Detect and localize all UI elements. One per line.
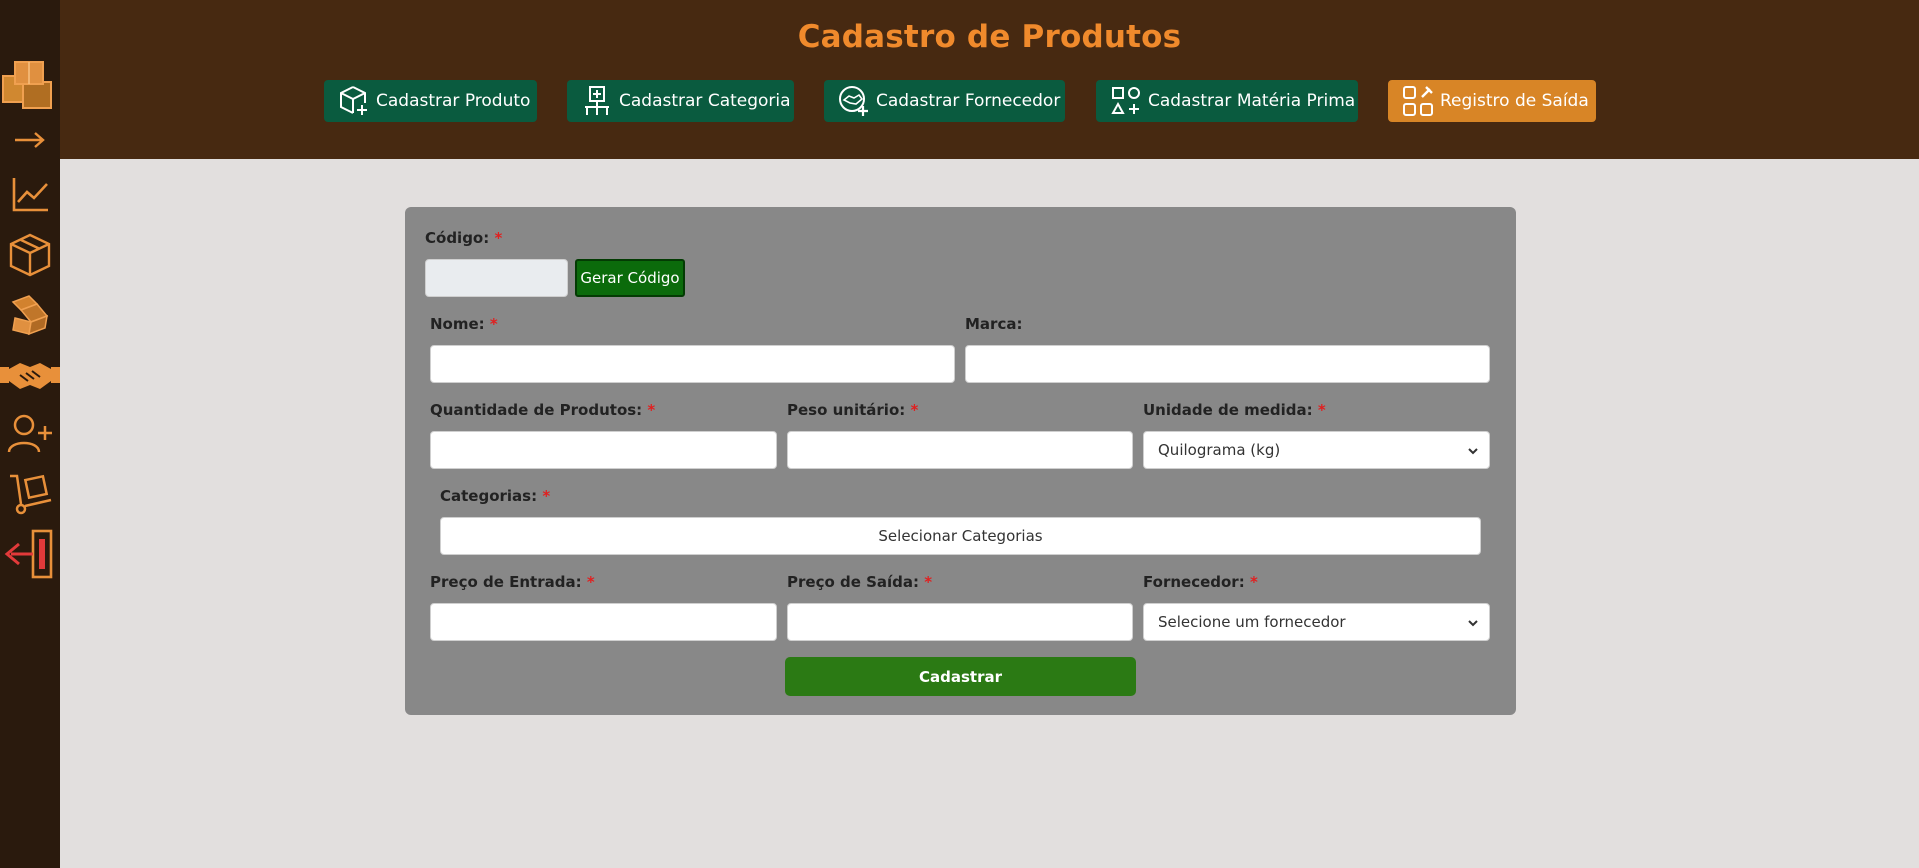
unidade-label: Unidade de medida: *	[1143, 401, 1326, 419]
preco-entrada-label-text: Preço de Entrada:	[430, 573, 582, 591]
nav-cadastrar-categoria-button[interactable]: Cadastrar Categoria	[567, 80, 794, 122]
nav-label: Cadastrar Categoria	[619, 91, 791, 111]
marca-label: Marca:	[965, 315, 1023, 333]
product-form: Código: * Gerar Código Nome: * Marca: Qu…	[405, 207, 1516, 715]
quantidade-input[interactable]	[430, 431, 777, 469]
sidebar	[0, 0, 60, 868]
boxes-logo-icon[interactable]	[0, 55, 60, 117]
quantidade-label: Quantidade de Produtos: *	[430, 401, 655, 419]
unidade-label-text: Unidade de medida:	[1143, 401, 1313, 419]
required-mark: *	[1317, 401, 1326, 419]
arrow-right-icon[interactable]	[0, 124, 60, 156]
fornecedor-label-text: Fornecedor:	[1143, 573, 1245, 591]
peso-label: Peso unitário: *	[787, 401, 918, 419]
nav-cadastrar-materia-prima-button[interactable]: Cadastrar Matéria Prima	[1096, 80, 1358, 122]
nav-registro-de-saida-button[interactable]: Registro de Saída	[1388, 80, 1596, 122]
unidade-value: Quilograma (kg)	[1158, 441, 1281, 459]
required-mark: *	[910, 401, 919, 419]
nome-label-text: Nome:	[430, 315, 485, 333]
boxes-icon[interactable]	[0, 290, 60, 340]
nav-label: Registro de Saída	[1440, 91, 1589, 111]
quantidade-label-text: Quantidade de Produtos:	[430, 401, 643, 419]
header: Cadastro de Produtos Cadastrar Produto C…	[60, 0, 1919, 159]
box-plus-icon	[338, 84, 370, 118]
preco-entrada-input[interactable]	[430, 603, 777, 641]
supplier-handshake-icon	[838, 84, 870, 118]
required-mark: *	[586, 573, 595, 591]
required-mark: *	[1249, 573, 1258, 591]
chevron-down-icon	[1468, 448, 1478, 455]
required-mark: *	[494, 229, 503, 247]
chart-line-icon[interactable]	[0, 172, 60, 216]
hand-truck-icon[interactable]	[0, 468, 60, 518]
fornecedor-select[interactable]: Selecione um fornecedor	[1143, 603, 1490, 641]
required-mark: *	[647, 401, 656, 419]
nav-label: Cadastrar Fornecedor	[876, 91, 1061, 111]
nav-label: Cadastrar Produto	[376, 91, 531, 111]
chevron-down-icon	[1468, 620, 1478, 627]
nav-label: Cadastrar Matéria Prima	[1148, 91, 1356, 111]
selecionar-categorias-button[interactable]: Selecionar Categorias	[440, 517, 1481, 555]
logout-icon[interactable]	[0, 526, 60, 582]
box-icon[interactable]	[0, 230, 60, 280]
category-tree-icon	[581, 84, 613, 118]
preco-saida-label-text: Preço de Saída:	[787, 573, 920, 591]
codigo-label-text: Código:	[425, 229, 490, 247]
categorias-label: Categorias: *	[440, 487, 550, 505]
peso-input[interactable]	[787, 431, 1133, 469]
preco-saida-label: Preço de Saída: *	[787, 573, 932, 591]
fornecedor-label: Fornecedor: *	[1143, 573, 1258, 591]
required-mark: *	[489, 315, 498, 333]
codigo-label: Código: *	[425, 229, 502, 247]
categorias-label-text: Categorias:	[440, 487, 538, 505]
nav-cadastrar-fornecedor-button[interactable]: Cadastrar Fornecedor	[824, 80, 1065, 122]
fornecedor-value: Selecione um fornecedor	[1158, 613, 1346, 631]
required-mark: *	[542, 487, 551, 505]
nav-cadastrar-produto-button[interactable]: Cadastrar Produto	[324, 80, 537, 122]
preco-entrada-label: Preço de Entrada: *	[430, 573, 595, 591]
codigo-input[interactable]	[425, 259, 568, 297]
required-mark: *	[924, 573, 933, 591]
gerar-codigo-button[interactable]: Gerar Código	[575, 259, 685, 297]
exit-register-icon	[1402, 84, 1434, 118]
page-title: Cadastro de Produtos	[797, 19, 1182, 55]
nome-label: Nome: *	[430, 315, 498, 333]
peso-label-text: Peso unitário:	[787, 401, 906, 419]
shapes-icon	[1110, 84, 1142, 118]
user-plus-icon[interactable]	[0, 410, 60, 456]
nome-input[interactable]	[430, 345, 955, 383]
unidade-select[interactable]: Quilograma (kg)	[1143, 431, 1490, 469]
marca-input[interactable]	[965, 345, 1490, 383]
handshake-icon[interactable]	[0, 350, 60, 400]
preco-saida-input[interactable]	[787, 603, 1133, 641]
cadastrar-button[interactable]: Cadastrar	[785, 657, 1136, 696]
